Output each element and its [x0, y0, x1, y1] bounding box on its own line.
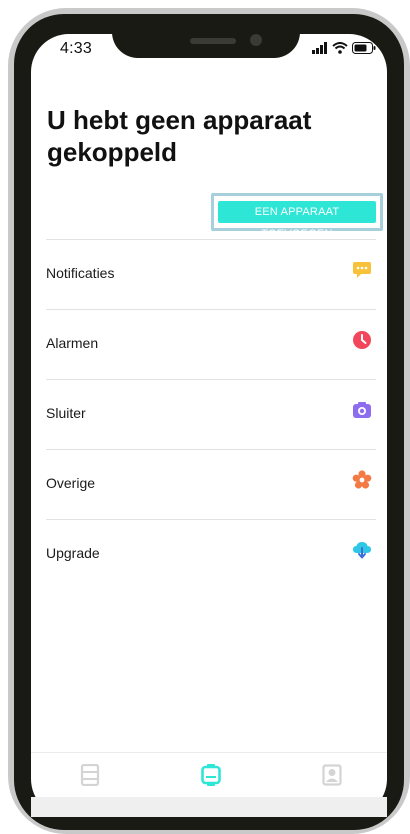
- signal-icon: [312, 42, 327, 54]
- watch-icon[interactable]: [201, 764, 221, 786]
- menu-item-label: Upgrade: [46, 545, 100, 561]
- flower-icon: [352, 470, 372, 489]
- camera-icon: [353, 402, 371, 418]
- front-camera: [250, 34, 262, 46]
- speaker: [190, 38, 236, 44]
- menu-item-alarms[interactable]: Alarmen: [46, 309, 376, 379]
- chat-bubble-icon: [353, 262, 371, 278]
- tab-bar-divider: [31, 752, 387, 753]
- menu-item-label: Alarmen: [46, 335, 99, 351]
- menu-item-shutter[interactable]: Sluiter: [46, 379, 376, 449]
- clock-icon: [353, 331, 371, 349]
- menu-item-label: Overige: [46, 475, 96, 491]
- battery-icon: [352, 42, 376, 54]
- profile-icon[interactable]: [322, 764, 342, 786]
- add-device-button[interactable]: EEN APPARAAT TOEVOEGEN: [218, 201, 376, 240]
- home-indicator-area: [31, 797, 387, 817]
- wifi-icon: [332, 42, 348, 54]
- menu-item-upgrade[interactable]: Upgrade: [46, 519, 376, 589]
- menu-item-other[interactable]: Overige: [46, 449, 376, 519]
- notch: [112, 14, 300, 58]
- menu-item-label: Sluiter: [46, 405, 86, 421]
- page-title: U hebt geen apparaat gekoppeld: [47, 105, 312, 167]
- status-icons: [312, 40, 382, 56]
- cloud-download-icon: [353, 542, 371, 559]
- status-time: 4:33: [60, 40, 92, 57]
- menu-item-label: Notificaties: [46, 265, 115, 281]
- phone-icon[interactable]: [80, 764, 100, 786]
- menu-item-notifications[interactable]: Notificaties: [46, 239, 376, 309]
